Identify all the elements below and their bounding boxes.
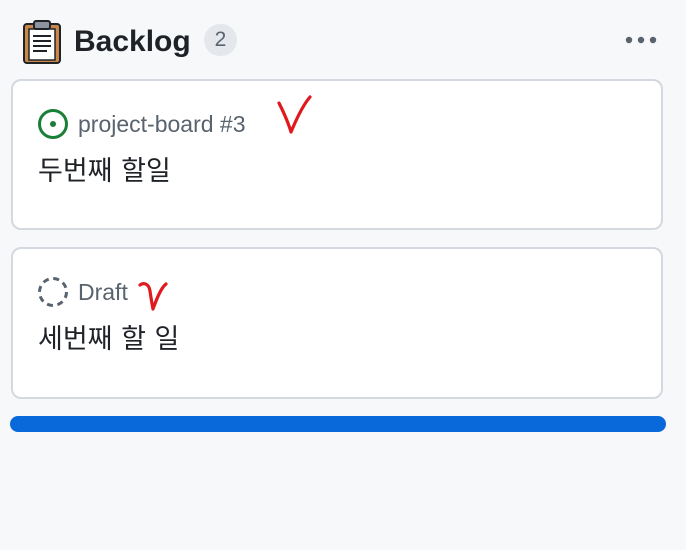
- board-card[interactable]: Draft 세번째 할 일: [11, 247, 663, 399]
- handwritten-check-icon: [277, 95, 312, 134]
- card-title[interactable]: 세번째 할 일: [38, 322, 179, 358]
- draft-label: Draft: [78, 279, 128, 305]
- issue-open-icon: [38, 109, 68, 139]
- column-header: Backlog 2: [0, 0, 686, 80]
- kebab-horizontal-icon[interactable]: [618, 26, 664, 54]
- issue-reference-link[interactable]: project-board #3: [78, 109, 246, 139]
- card-title[interactable]: 두번째 할일: [38, 154, 171, 190]
- board-card[interactable]: project-board #3 두번째 할일: [11, 79, 663, 230]
- column-title: Backlog: [74, 25, 191, 58]
- clipboard-icon: [23, 20, 61, 64]
- handwritten-check-icon: [138, 282, 168, 311]
- issue-draft-icon: [38, 277, 68, 307]
- add-item-bar[interactable]: [10, 416, 666, 432]
- item-count-badge: 2: [204, 24, 237, 56]
